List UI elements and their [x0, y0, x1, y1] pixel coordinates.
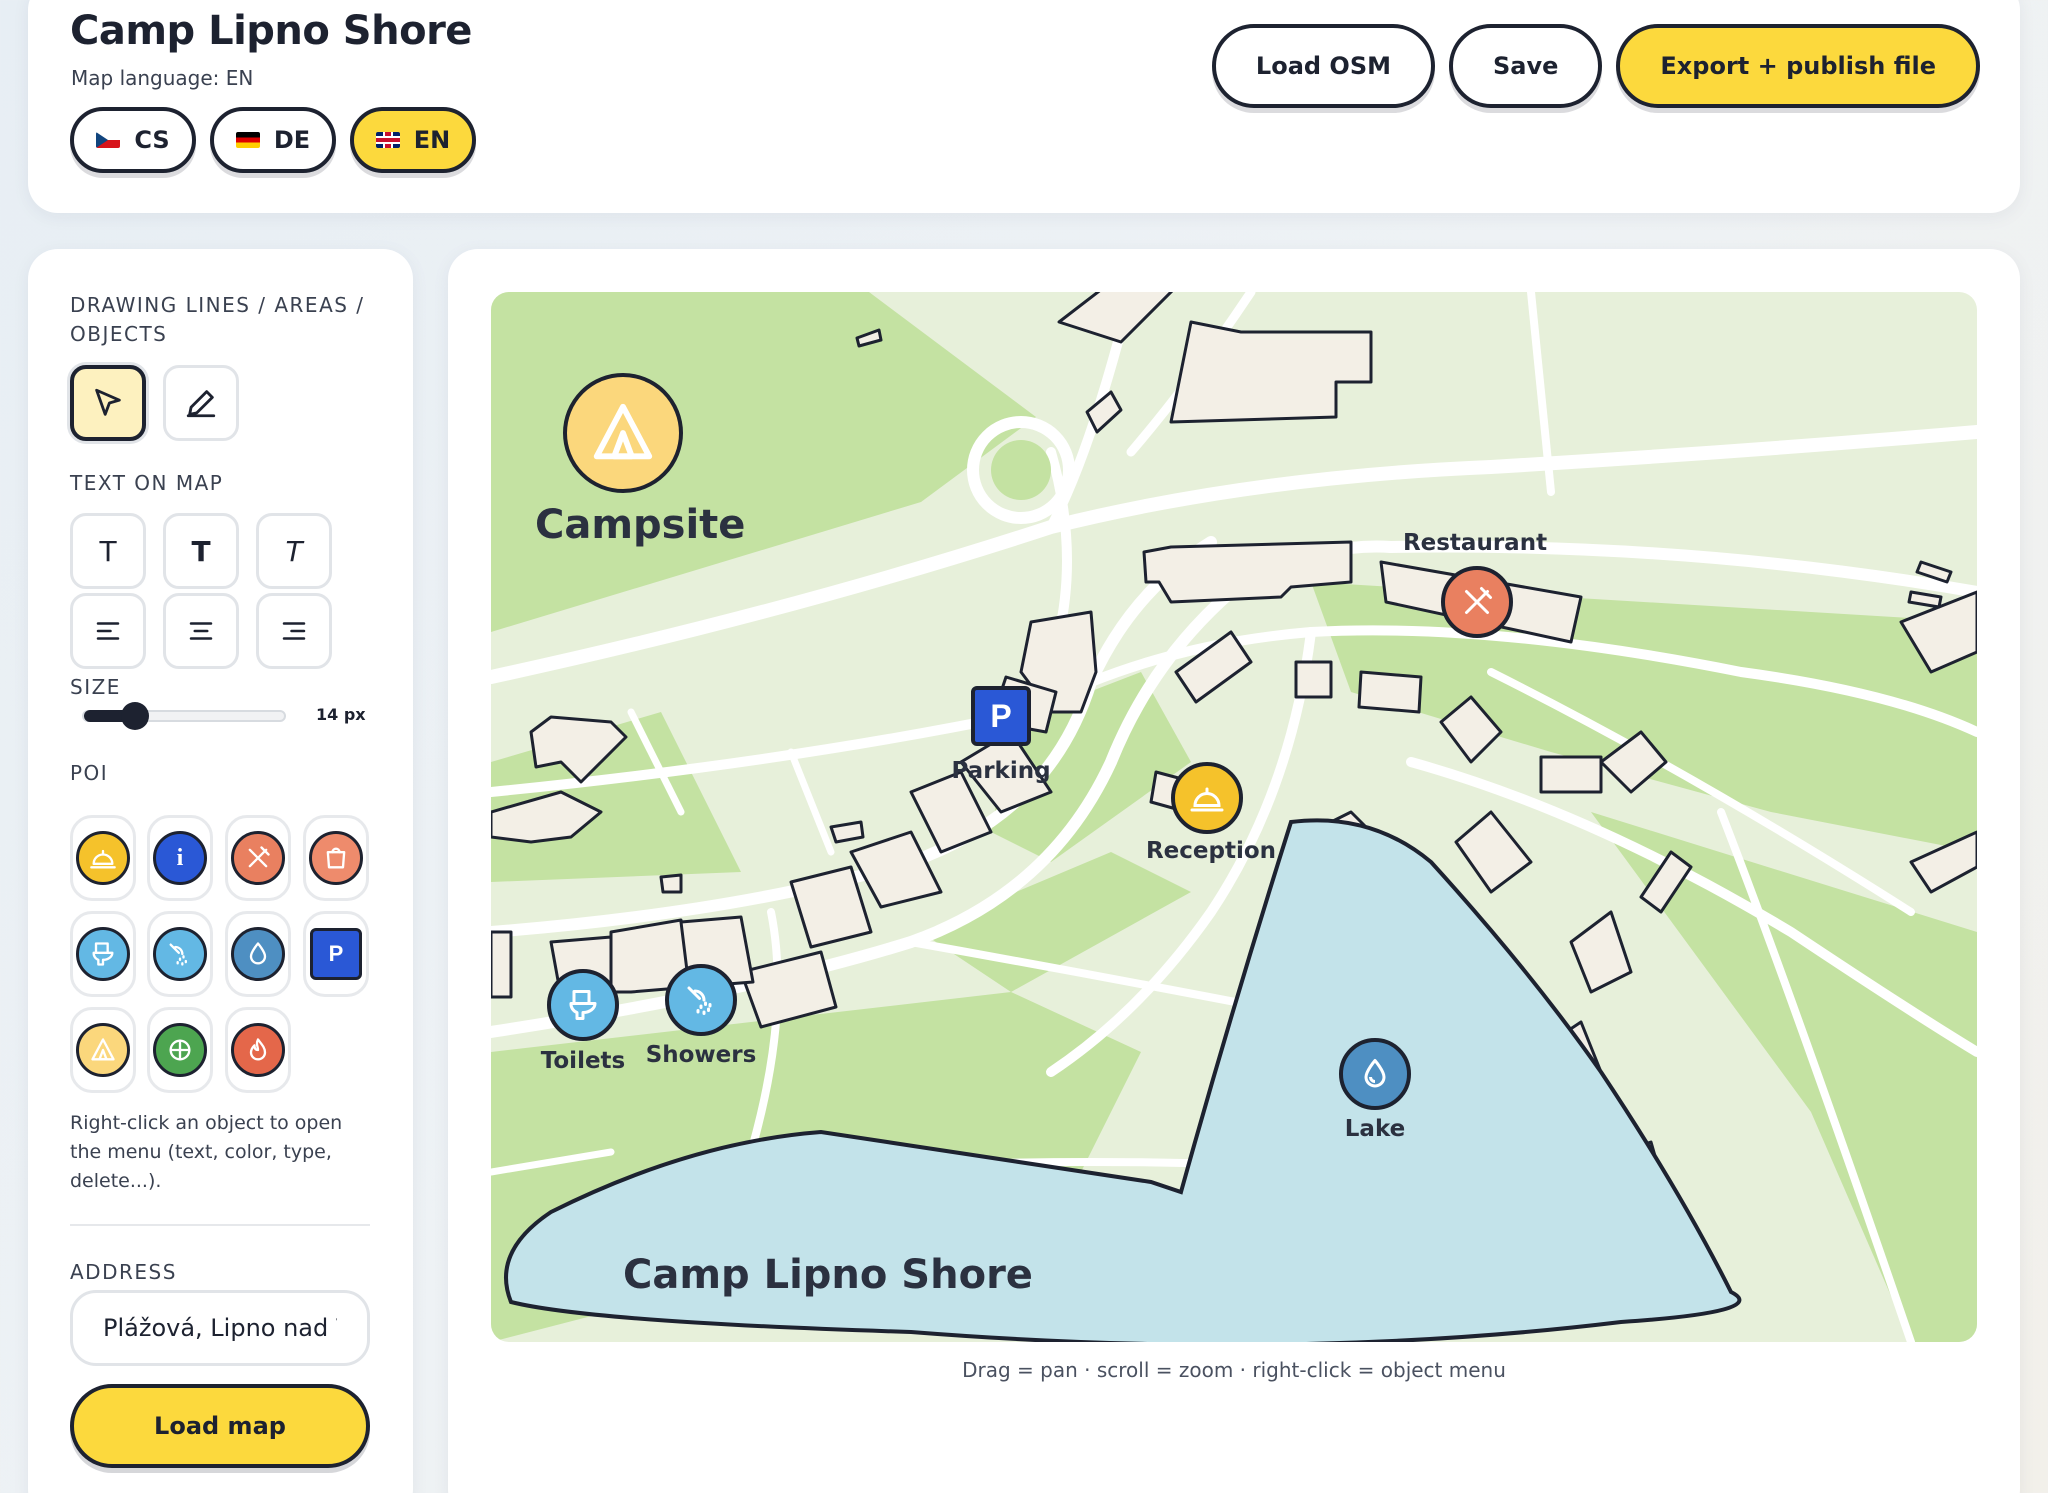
restaurant-label: Restaurant	[1402, 530, 1548, 556]
poi-section-label: POI	[70, 761, 109, 785]
fire-icon	[231, 1023, 285, 1077]
poi-button-parking[interactable]: P	[303, 911, 369, 997]
align-left-button[interactable]	[70, 593, 146, 669]
draw-tool-button[interactable]	[163, 365, 239, 441]
text-italic-glyph: T	[285, 534, 303, 568]
align-center-icon	[189, 622, 213, 640]
size-slider-handle[interactable]	[121, 702, 149, 730]
align-right-button[interactable]	[256, 593, 332, 669]
load-osm-button[interactable]: Load OSM	[1211, 24, 1435, 108]
building	[1539, 755, 1603, 794]
playground-icon	[153, 1023, 207, 1077]
align-center-button[interactable]	[163, 593, 239, 669]
header-actions: Load OSM Save Export + publish file	[1211, 24, 1980, 108]
parking-icon: P	[310, 928, 362, 980]
lake-label: Lake	[1344, 1116, 1406, 1142]
text-italic-button[interactable]: T	[256, 513, 332, 589]
flag-cz-icon	[96, 132, 121, 148]
tent-icon	[76, 1023, 130, 1077]
poi-button-fire[interactable]	[225, 1007, 291, 1093]
app-title: Camp Lipno Shore	[70, 8, 472, 54]
map-canvas[interactable]: Campsite Restaurant P Parking Reception …	[491, 292, 1977, 1342]
lang-button-en[interactable]: EN	[350, 107, 476, 173]
restaurant-icon	[231, 831, 285, 885]
poi-button-playground[interactable]	[147, 1007, 213, 1093]
info-icon: i	[153, 831, 207, 885]
reception-marker[interactable]	[1171, 762, 1243, 834]
lake-marker[interactable]	[1339, 1038, 1411, 1110]
text-bold-button[interactable]: T	[163, 513, 239, 589]
size-section-label: SIZE	[70, 675, 121, 699]
restaurant-icon	[1465, 587, 1492, 614]
poi-button-shop[interactable]	[303, 815, 369, 901]
building	[829, 820, 865, 844]
context-menu-hint: Right-click an object to open the menu (…	[70, 1112, 343, 1192]
poi-button-water-drop[interactable]	[225, 911, 291, 997]
parking-marker[interactable]: P	[971, 686, 1031, 746]
shop-icon	[309, 831, 363, 885]
toilets-label: Toilets	[540, 1048, 626, 1074]
building	[491, 930, 513, 999]
align-left-icon	[96, 622, 120, 640]
poi-button-reception-bell[interactable]	[70, 815, 136, 901]
shower-icon	[687, 986, 712, 1015]
sidebar-divider	[70, 1224, 370, 1226]
text-section-label: TEXT ON MAP	[70, 471, 224, 495]
map-controls-hint: Drag = pan · scroll = zoom · right-click…	[962, 1358, 1506, 1382]
pencil-icon	[186, 390, 216, 418]
poi-button-info[interactable]: i	[147, 815, 213, 901]
building	[1357, 670, 1423, 714]
lang-button-cs[interactable]: CS	[70, 107, 196, 173]
align-right-icon	[282, 622, 306, 640]
lang-button-de[interactable]: DE	[210, 107, 336, 173]
text-bold-glyph: T	[191, 534, 211, 568]
reception-bell-icon	[1190, 787, 1224, 812]
address-input[interactable]	[70, 1290, 370, 1366]
language-caption: Map language: EN	[71, 66, 254, 90]
water-drop-icon	[1364, 1059, 1386, 1088]
drawing-section-label: DRAWING LINES / AREAS / OBJECTS	[70, 293, 365, 346]
parking-icon: P	[990, 697, 1012, 734]
lang-code: DE	[273, 126, 311, 154]
poi-button-tent[interactable]	[70, 1007, 136, 1093]
shower-icon	[153, 927, 207, 981]
toilets-marker[interactable]	[547, 969, 619, 1041]
text-regular-button[interactable]: T	[70, 513, 146, 589]
water-drop-icon	[231, 927, 285, 981]
restaurant-marker[interactable]	[1441, 566, 1513, 638]
reception-label: Reception	[1145, 838, 1277, 864]
map-roundabout-center	[991, 440, 1051, 500]
tent-icon	[593, 403, 653, 460]
tool-sidebar: DRAWING LINES / AREAS / OBJECTS TEXT ON …	[28, 249, 413, 1493]
poi-button-shower[interactable]	[147, 911, 213, 997]
export-publish-button[interactable]: Export + publish file	[1616, 24, 1980, 108]
size-value: 14 px	[316, 705, 366, 724]
address-label: ADDRESS	[70, 1260, 177, 1284]
toilet-icon	[569, 990, 597, 1020]
lake-title-label: Camp Lipno Shore	[623, 1252, 1033, 1298]
campsite-label: Campsite	[535, 502, 746, 548]
parking-label: Parking	[951, 758, 1051, 784]
showers-marker[interactable]	[665, 964, 737, 1036]
building	[1294, 660, 1333, 699]
lang-code: EN	[413, 126, 451, 154]
campsite-marker[interactable]	[563, 373, 683, 493]
language-switcher: CS DE EN	[70, 107, 476, 173]
save-button[interactable]: Save	[1449, 24, 1603, 108]
toilet-icon	[76, 927, 130, 981]
lang-code: CS	[134, 126, 170, 154]
load-map-button[interactable]: Load map	[70, 1384, 370, 1468]
building	[659, 873, 683, 894]
reception-bell-icon	[76, 831, 130, 885]
select-tool-button[interactable]	[70, 365, 146, 441]
showers-label: Showers	[645, 1042, 757, 1068]
flag-gb-icon	[375, 132, 400, 148]
text-regular-glyph: T	[99, 534, 117, 568]
flag-de-icon	[235, 132, 260, 148]
size-slider[interactable]	[82, 702, 286, 730]
poi-button-restaurant[interactable]	[225, 815, 291, 901]
poi-button-toilet[interactable]	[70, 911, 136, 997]
cursor-arrow-icon	[95, 388, 121, 416]
